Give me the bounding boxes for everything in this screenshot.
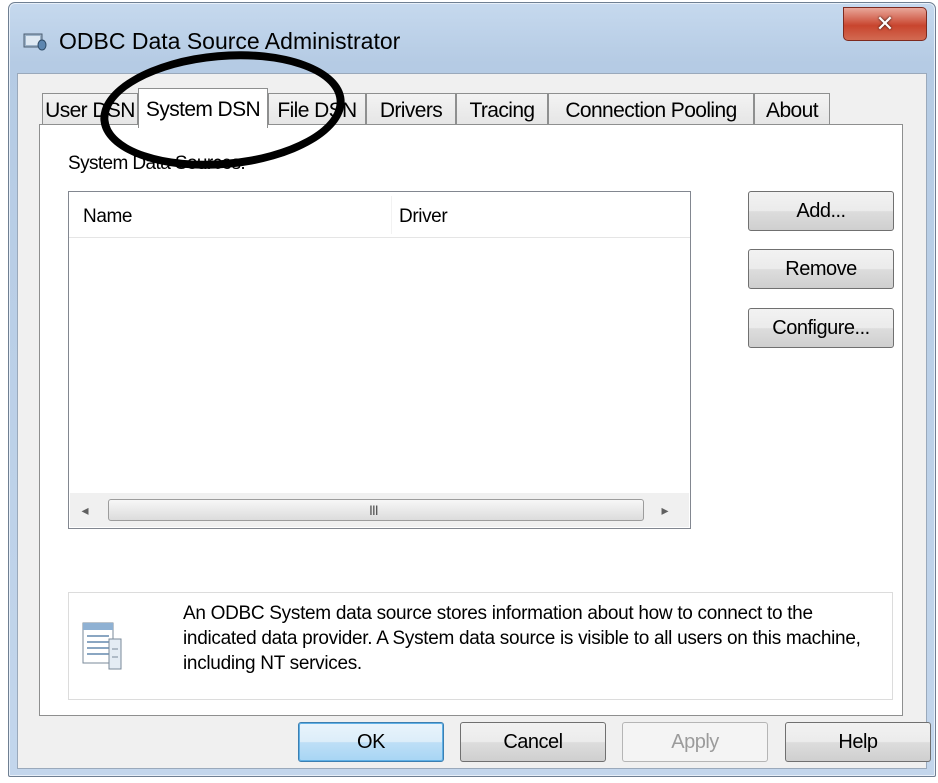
close-icon: ✕ xyxy=(875,11,895,36)
scroll-right-arrow-icon[interactable]: ▸ xyxy=(656,501,674,519)
data-source-list[interactable]: Name Driver ◂ III ▸ xyxy=(68,191,691,529)
dialog-client-area: User DSN System DSN File DSN Drivers Tra… xyxy=(17,73,931,769)
configure-button[interactable]: Configure... xyxy=(748,308,894,348)
close-button[interactable]: ✕ xyxy=(843,7,927,41)
info-box: An ODBC System data source stores inform… xyxy=(68,592,893,700)
horizontal-scrollbar[interactable]: ◂ III ▸ xyxy=(70,493,689,527)
tab-about[interactable]: About xyxy=(754,93,830,126)
scrollbar-thumb[interactable]: III xyxy=(108,499,644,521)
column-header-name[interactable]: Name xyxy=(83,206,132,228)
ok-button[interactable]: OK xyxy=(298,722,444,762)
tab-user-dsn[interactable]: User DSN xyxy=(42,93,138,126)
cancel-button[interactable]: Cancel xyxy=(460,722,606,762)
tab-system-dsn[interactable]: System DSN xyxy=(138,88,268,128)
title-bar[interactable]: ODBC Data Source Administrator ✕ xyxy=(9,3,935,73)
column-header-driver[interactable]: Driver xyxy=(399,206,448,228)
add-button[interactable]: Add... xyxy=(748,191,894,231)
help-button[interactable]: Help xyxy=(785,722,931,762)
apply-button[interactable]: Apply xyxy=(622,722,768,762)
tab-drivers[interactable]: Drivers xyxy=(366,93,456,126)
list-header: Name Driver xyxy=(69,192,690,238)
remove-button[interactable]: Remove xyxy=(748,249,894,289)
data-table-icon xyxy=(82,622,122,670)
system-dsn-panel: System Data Sources: Name Driver ◂ III ▸… xyxy=(39,124,903,716)
system-data-sources-label: System Data Sources: xyxy=(68,153,246,174)
odbc-app-icon xyxy=(23,33,47,51)
dialog-window: ODBC Data Source Administrator ✕ User DS… xyxy=(8,2,936,777)
scroll-grip-icon: III xyxy=(369,502,379,518)
column-separator[interactable] xyxy=(391,196,392,234)
tab-file-dsn[interactable]: File DSN xyxy=(268,93,366,126)
info-description: An ODBC System data source stores inform… xyxy=(183,603,861,674)
scroll-left-arrow-icon[interactable]: ◂ xyxy=(76,501,94,519)
window-title: ODBC Data Source Administrator xyxy=(59,28,401,54)
tab-tracing[interactable]: Tracing xyxy=(456,93,548,126)
tab-connection-pooling[interactable]: Connection Pooling xyxy=(548,93,754,126)
